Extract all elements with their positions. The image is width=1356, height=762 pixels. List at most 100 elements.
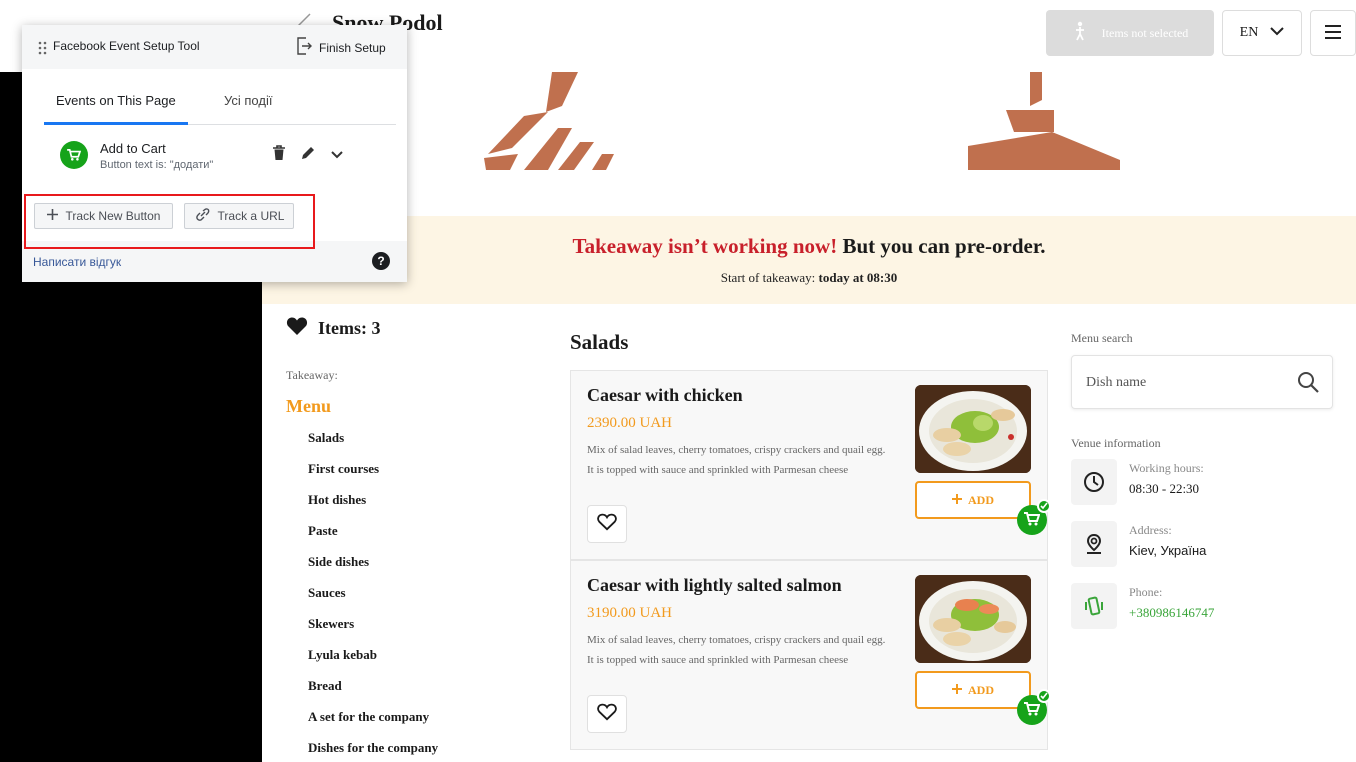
red-highlight-box: [24, 194, 315, 249]
menu-search-box: [1071, 355, 1333, 409]
search-icon[interactable]: [1296, 370, 1320, 394]
event-title: Add to Cart: [100, 141, 166, 156]
dish-price: 2390.00 UAH: [587, 415, 672, 431]
dish-description: Mix of salad leaves, cherry tomatoes, cr…: [587, 444, 886, 476]
favorite-items-count[interactable]: Items: 3: [286, 316, 380, 341]
drag-handle-icon[interactable]: [38, 41, 48, 55]
items-not-selected-button[interactable]: Items not selected: [1046, 10, 1214, 56]
menu-heading[interactable]: Menu: [286, 396, 331, 417]
notice-preorder-text: But you can pre-order.: [842, 234, 1046, 258]
checkmark-icon: [1037, 689, 1051, 703]
plus-icon: [952, 683, 962, 698]
notice-start-value: today at 08:30: [818, 270, 898, 285]
help-icon[interactable]: ?: [372, 252, 390, 270]
hamburger-icon: [1324, 24, 1342, 43]
category-item-hot-dishes[interactable]: Hot dishes: [308, 492, 438, 523]
add-button-label: ADD: [968, 492, 994, 507]
category-item-set-for-company[interactable]: A set for the company: [308, 709, 438, 740]
trash-icon[interactable]: [272, 145, 286, 166]
hours-title: Working hours:: [1129, 461, 1204, 475]
language-value: EN: [1239, 25, 1259, 40]
category-item-side-dishes[interactable]: Side dishes: [308, 554, 438, 585]
clock-icon: [1071, 459, 1117, 505]
address-title: Address:: [1129, 523, 1172, 537]
event-actions: [272, 145, 344, 166]
plus-icon: [952, 493, 962, 508]
category-item-paste[interactable]: Paste: [308, 523, 438, 554]
address-row: Address: Kiev, Україна: [1071, 521, 1333, 571]
active-tab-indicator: [44, 122, 188, 125]
event-subtitle: Button text is: "додати": [100, 159, 214, 171]
fb-panel-header: Facebook Event Setup Tool Finish Setup: [22, 25, 407, 69]
takeaway-label: Takeaway:: [286, 368, 338, 382]
phone-vibrate-icon: [1071, 583, 1117, 629]
heart-outline-icon: [597, 513, 617, 535]
dish-name[interactable]: Caesar with chicken: [587, 385, 743, 406]
add-to-cart-button[interactable]: ADD: [915, 481, 1031, 519]
notice-headline: Takeaway isn’t working now! But you can …: [262, 234, 1356, 259]
phone-title: Phone:: [1129, 585, 1163, 599]
language-select[interactable]: EN: [1222, 10, 1302, 56]
category-item-first-courses[interactable]: First courses: [308, 461, 438, 492]
category-item-bread[interactable]: Bread: [308, 678, 438, 709]
takeaway-notice-banner: Takeaway isn’t working now! But you can …: [262, 216, 1356, 304]
cart-icon: [1024, 511, 1041, 530]
heart-icon: [286, 316, 308, 341]
add-to-cart-button[interactable]: ADD: [915, 671, 1031, 709]
fb-tabs: Events on This Page Усі події: [44, 69, 396, 125]
finish-setup-button[interactable]: Finish Setup: [296, 37, 386, 58]
category-item-lyula-kebab[interactable]: Lyula kebab: [308, 647, 438, 678]
hours-value: 08:30 - 22:30: [1129, 481, 1200, 496]
cart-icon: [60, 141, 88, 169]
working-hours-row: Working hours: 08:30 - 22:30: [1071, 459, 1333, 509]
category-item-sauces[interactable]: Sauces: [308, 585, 438, 616]
checkmark-icon: [1037, 499, 1051, 513]
category-item-skewers[interactable]: Skewers: [308, 616, 438, 647]
venue-info-label: Venue information: [1071, 436, 1161, 450]
chevron-down-icon[interactable]: [330, 147, 344, 165]
write-feedback-link[interactable]: Написати відгук: [33, 255, 121, 269]
pencil-icon[interactable]: [300, 145, 316, 166]
dish-photo[interactable]: [915, 575, 1031, 663]
tab-all-events[interactable]: Усі події: [224, 93, 272, 108]
items-not-selected-label: Items not selected: [1101, 25, 1189, 40]
dish-name[interactable]: Caesar with lightly salted salmon: [587, 575, 842, 596]
dish-card: Caesar with lightly salted salmon 3190.0…: [570, 560, 1051, 750]
category-item-salads[interactable]: Salads: [308, 430, 438, 461]
heart-outline-icon: [597, 703, 617, 725]
event-row-add-to-cart[interactable]: Add to Cart Button text is: "додати": [60, 137, 396, 179]
items-count-label: Items: 3: [318, 318, 381, 338]
exit-icon: [296, 37, 312, 58]
phone-link[interactable]: +380986146747: [1129, 605, 1214, 621]
dish-price: 3190.00 UAH: [587, 605, 672, 621]
notice-closed-text: Takeaway isn’t working now!: [572, 234, 838, 258]
dish-card: Caesar with chicken 2390.00 UAH Mix of s…: [570, 370, 1051, 560]
tab-events-on-page[interactable]: Events on This Page: [56, 93, 176, 108]
location-pin-icon: [1071, 521, 1117, 567]
person-icon: [1072, 21, 1088, 45]
hero-illustration: [262, 72, 1356, 216]
hero-art-icon: [484, 72, 1120, 170]
salad-plate-icon: [915, 385, 1031, 473]
notice-start-label: Start of takeaway:: [720, 270, 816, 285]
category-item-dishes-for-company[interactable]: Dishes for the company: [308, 740, 438, 762]
cart-icon: [1024, 701, 1041, 720]
section-title: Salads: [570, 330, 629, 354]
favorite-button[interactable]: [587, 505, 627, 543]
hamburger-menu-button[interactable]: [1310, 10, 1356, 56]
add-button-label: ADD: [968, 682, 994, 697]
address-value: Kiev, Україна: [1129, 543, 1207, 558]
search-input[interactable]: [1086, 370, 1286, 396]
category-list: Salads First courses Hot dishes Paste Si…: [308, 430, 438, 762]
finish-setup-label: Finish Setup: [319, 40, 386, 55]
salad-plate-icon: [915, 575, 1031, 663]
chevron-down-icon: [1270, 25, 1285, 41]
dish-photo[interactable]: [915, 385, 1031, 473]
facebook-event-setup-panel: Facebook Event Setup Tool Finish Setup E…: [22, 25, 407, 282]
fb-panel-title: Facebook Event Setup Tool: [53, 39, 200, 53]
dish-description: Mix of salad leaves, cherry tomatoes, cr…: [587, 634, 886, 666]
favorite-button[interactable]: [587, 695, 627, 733]
phone-row: Phone: +380986146747: [1071, 583, 1333, 633]
notice-start-line: Start of takeaway: today at 08:30: [262, 270, 1356, 286]
menu-search-label: Menu search: [1071, 331, 1133, 345]
